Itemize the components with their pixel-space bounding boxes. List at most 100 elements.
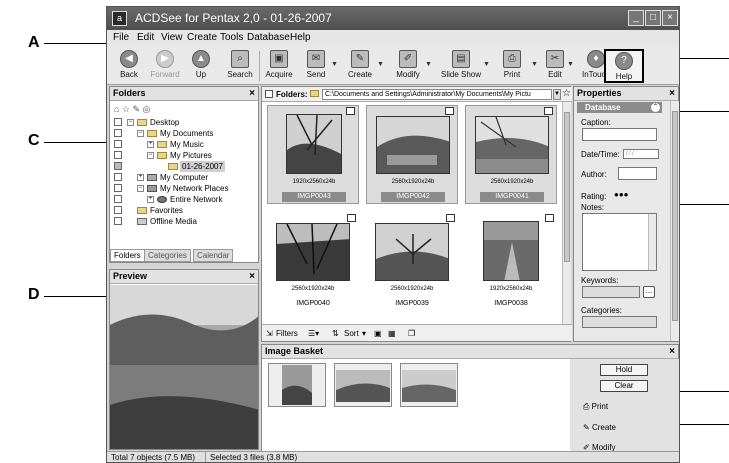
checkbox-icon[interactable] xyxy=(265,90,273,98)
up-button[interactable]: ▲ Up xyxy=(179,49,223,83)
create-button[interactable]: ✎ Create xyxy=(338,49,382,83)
folder-path-field[interactable]: C:\Documents and Settings\Administrator\… xyxy=(322,89,552,100)
datetime-field[interactable]: / ⁄ / xyxy=(623,149,659,159)
filters-button[interactable]: Filters xyxy=(276,329,298,338)
modify-button[interactable]: ✐ Modify xyxy=(386,49,430,83)
checkbox-icon[interactable] xyxy=(114,118,122,126)
forward-label: Forward xyxy=(150,70,180,79)
select-all-icon[interactable]: ▣ xyxy=(374,329,382,338)
hold-button[interactable]: Hold xyxy=(600,364,648,376)
path-dropdown-icon[interactable]: ▼ xyxy=(553,89,561,100)
notes-scrollbar[interactable] xyxy=(648,214,656,270)
expand-icon[interactable]: + xyxy=(137,174,144,181)
properties-scrollbar[interactable] xyxy=(670,101,679,341)
thumbnail-imgp0040[interactable]: 2560x1920x24b IMGP0040 xyxy=(267,213,359,312)
collapse-icon[interactable]: − xyxy=(147,152,154,159)
collapse-chevron-icon[interactable]: ⌃ xyxy=(651,103,660,112)
tree-item-my-network-places[interactable]: − My Network Places xyxy=(114,183,254,194)
menu-file[interactable]: File xyxy=(113,32,129,43)
tree-item-offline-media[interactable]: Offline Media xyxy=(114,216,254,227)
categories-field[interactable] xyxy=(582,316,657,328)
slideshow-dropdown-icon[interactable]: ▼ xyxy=(483,61,490,68)
favorite-star-icon[interactable]: ☆ xyxy=(562,88,571,99)
checkbox-icon[interactable] xyxy=(114,217,122,225)
thumbnail-imgp0038[interactable]: 1920x2560x24b IMGP0038 xyxy=(465,213,557,312)
scrollbar-thumb[interactable] xyxy=(672,111,678,321)
close-button[interactable]: × xyxy=(662,10,678,26)
checkbox-icon[interactable] xyxy=(114,173,122,181)
collapse-icon[interactable]: − xyxy=(137,130,144,137)
tree-item-my-pictures[interactable]: − My Pictures xyxy=(114,150,254,161)
menu-help[interactable]: Help xyxy=(290,32,311,43)
tree-item-entire-network[interactable]: + Entire Network xyxy=(114,194,254,205)
menu-database[interactable]: Database xyxy=(247,32,290,43)
tree-item-desktop[interactable]: − Desktop xyxy=(114,117,254,128)
checkbox-icon[interactable] xyxy=(114,140,122,148)
modify-dropdown-icon[interactable]: ▼ xyxy=(425,61,432,68)
expand-icon[interactable]: + xyxy=(147,141,154,148)
basket-create-action[interactable]: ✎ Create xyxy=(583,423,616,432)
collapse-icon[interactable]: − xyxy=(137,185,144,192)
checkbox-icon[interactable] xyxy=(114,129,122,137)
file-list-scrollbar[interactable] xyxy=(562,102,571,324)
clear-button[interactable]: Clear xyxy=(600,380,648,392)
menu-create[interactable]: Create xyxy=(187,32,217,43)
expand-icon[interactable]: + xyxy=(147,196,154,203)
folders-pane-tool-icons[interactable]: ⌂ ☆ ✎ ◎ xyxy=(114,104,150,115)
sort-button[interactable]: Sort xyxy=(344,329,359,338)
search-button[interactable]: ⌕ Search xyxy=(218,49,262,83)
tree-item-my-documents[interactable]: − My Documents xyxy=(114,128,254,139)
tree-item-my-computer[interactable]: + My Computer xyxy=(114,172,254,183)
checkbox-icon[interactable] xyxy=(114,162,122,170)
tab-calendar[interactable]: Calendar xyxy=(193,249,234,262)
minimize-button[interactable]: _ xyxy=(628,10,644,26)
sort-dropdown-icon[interactable]: ▾ xyxy=(362,329,366,338)
send-label: Send xyxy=(306,70,326,79)
properties-close-icon[interactable]: × xyxy=(669,87,675,100)
basket-item[interactable] xyxy=(268,363,326,407)
basket-image xyxy=(282,365,312,405)
tree-item-01-26-2007[interactable]: 01-26-2007 xyxy=(114,161,258,172)
thumbnail-imgp0039[interactable]: 2560x1920x24b IMGP0039 xyxy=(366,213,458,312)
thumbnail-imgp0042[interactable]: 2560x1920x24b IMGP0042 xyxy=(366,105,458,204)
folders-pane: Folders × ⌂ ☆ ✎ ◎ − Desktop − My Documen… xyxy=(109,86,259,263)
tab-categories[interactable]: Categories xyxy=(144,249,191,262)
tree-item-favorites[interactable]: Favorites xyxy=(114,205,254,216)
image-basket-close-icon[interactable]: × xyxy=(669,345,675,358)
menu-edit[interactable]: Edit xyxy=(137,32,154,43)
basket-item[interactable] xyxy=(400,363,458,407)
checkbox-icon[interactable] xyxy=(114,195,122,203)
slideshow-button[interactable]: ▤ Slide Show xyxy=(439,49,483,83)
database-section-header[interactable]: Database ⌃ xyxy=(577,102,662,113)
menu-view[interactable]: View xyxy=(161,32,183,43)
thumbnail-imgp0041[interactable]: 2560x1920x24b IMGP0041 xyxy=(465,105,557,204)
print-button[interactable]: ⎙ Print xyxy=(490,49,534,83)
send-dropdown-icon[interactable]: ▼ xyxy=(331,61,338,68)
folders-pane-close-icon[interactable]: × xyxy=(249,87,255,100)
keywords-field[interactable] xyxy=(582,286,640,298)
maximize-button[interactable]: □ xyxy=(645,10,661,26)
notes-field[interactable] xyxy=(582,213,657,271)
copy-icon[interactable]: ❐ xyxy=(408,329,415,338)
scrollbar-thumb[interactable] xyxy=(564,112,570,262)
grid-icon[interactable]: ▦ xyxy=(388,329,396,338)
tree-item-my-music[interactable]: + My Music xyxy=(114,139,254,150)
help-button[interactable]: ? Help xyxy=(604,49,644,83)
edit-dropdown-icon[interactable]: ▼ xyxy=(567,61,574,68)
checkbox-icon[interactable] xyxy=(114,206,122,214)
tab-folders[interactable]: Folders xyxy=(110,249,145,262)
author-field[interactable] xyxy=(618,167,657,180)
basket-print-action[interactable]: ⎙ Print xyxy=(583,402,608,412)
preview-pane-close-icon[interactable]: × xyxy=(249,270,255,283)
rating-icons[interactable]: ●●● xyxy=(614,190,629,199)
caption-field[interactable] xyxy=(582,128,657,141)
thumbnail-imgp0043[interactable]: 1920x2560x24b IMGP0043 xyxy=(267,105,359,204)
view-mode-icon[interactable]: ☰▾ xyxy=(308,329,319,338)
create-dropdown-icon[interactable]: ▼ xyxy=(377,61,384,68)
checkbox-icon[interactable] xyxy=(114,184,122,192)
checkbox-icon[interactable] xyxy=(114,151,122,159)
collapse-icon[interactable]: − xyxy=(127,119,134,126)
basket-item[interactable] xyxy=(334,363,392,407)
keywords-browse-button[interactable]: ... xyxy=(643,286,655,298)
menu-tools[interactable]: Tools xyxy=(220,32,243,43)
